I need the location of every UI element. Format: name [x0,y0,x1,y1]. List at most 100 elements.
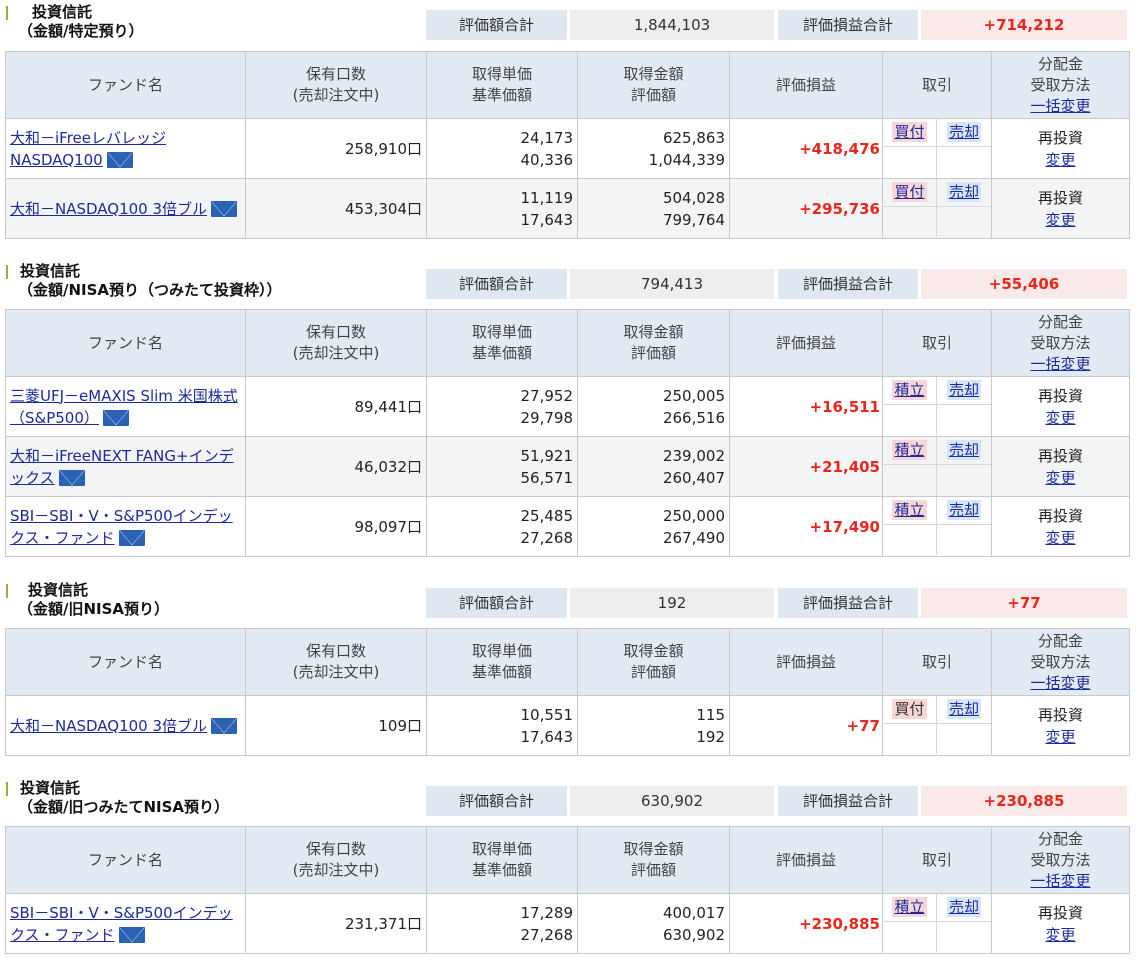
table-header-row: ファンド名 保有口数 (売却注文中) 取得単価 基準価額 取得金額 評価額 評価損益 … [5,51,1130,119]
valuation-total-value: 1,844,103 [570,10,774,40]
fund-name-cell: SBI－SBI・V・S&P500インデックス・ファンド [5,893,246,954]
tsumitate-button[interactable]: 積立 [892,440,927,460]
trade-cell: 積立 売却 [882,436,992,497]
mail-icon[interactable] [118,927,145,943]
tsumitate-button[interactable]: 積立 [892,897,927,917]
header-unit-price: 取得単価 基準価額 [426,51,578,119]
section-title: 投資信託 （金額/NISA預り（つみたて投資枠）） [18,262,282,300]
bulk-change-link[interactable]: 一括変更 [992,354,1129,375]
fund-name-cell: SBI－SBI・V・S&P500インデックス・ファンド [5,496,246,557]
sell-button[interactable]: 売却 [946,182,981,202]
change-link[interactable]: 変更 [992,407,1129,429]
header-pl: 評価損益 [729,51,883,119]
sell-button[interactable]: 売却 [946,699,981,719]
change-link[interactable]: 変更 [992,726,1129,748]
header-distribution: 分配金 受取方法 一括変更 [991,826,1130,894]
mail-icon[interactable] [106,152,133,168]
pl-cell: +17,490 [729,496,883,557]
sell-button[interactable]: 売却 [946,380,981,400]
section-title-line2: （金額/旧NISA預り） [18,600,170,618]
units-cell: 258,910口 [245,118,427,179]
valuation-total-value: 794,413 [570,269,774,299]
tsumitate-button[interactable]: 積立 [892,500,927,520]
fund-name-link[interactable]: 大和－NASDAQ100 3倍ブル [10,717,207,735]
buy-button[interactable]: 買付 [892,699,927,719]
section-header: 投資信託 （金額/旧つみたてNISA預り） 評価額合計 630,902 評価損益… [0,776,1136,820]
unit-price-cell: 27,952 29,798 [426,376,578,437]
buy-button[interactable]: 買付 [892,122,927,142]
mail-icon[interactable] [102,410,129,426]
unit-price-cell: 51,921 56,571 [426,436,578,497]
fund-name-link[interactable]: 大和－iFreeレバレッジ NASDAQ100 [10,129,166,169]
table-header-row: ファンド名 保有口数 (売却注文中) 取得単価 基準価額 取得金額 評価額 評価損益 … [5,826,1130,894]
unit-price-cell: 11,119 17,643 [426,178,578,239]
distribution-cell: 再投資 変更 [991,376,1130,437]
change-link[interactable]: 変更 [992,924,1129,946]
valuation-total-label: 評価額合計 [426,269,567,299]
buy-button[interactable]: 買付 [892,182,927,202]
table-header-row: ファンド名 保有口数 (売却注文中) 取得単価 基準価額 取得金額 評価額 評価損益 … [5,309,1130,377]
mail-icon[interactable] [118,530,145,546]
unit-price-cell: 25,485 27,268 [426,496,578,557]
section-header: 投資信託 （金額/NISA預り（つみたて投資枠）） 評価額合計 794,413 … [0,259,1136,303]
header-fund-name: ファンド名 [5,628,246,696]
distribution-cell: 再投資 変更 [991,436,1130,497]
change-link[interactable]: 変更 [992,209,1129,231]
header-pl: 評価損益 [729,628,883,696]
trade-cell: 積立 売却 [882,376,992,437]
bulk-change-link[interactable]: 一括変更 [992,673,1129,694]
header-distribution: 分配金 受取方法 一括変更 [991,51,1130,119]
trade-cell: 買付 売却 [882,695,992,756]
pl-total-label: 評価損益合計 [778,10,918,40]
header-amount: 取得金額 評価額 [577,51,730,119]
section-accent-bar [6,6,8,20]
trade-cell: 積立 売却 [882,496,992,557]
valuation-total-label: 評価額合計 [426,10,567,40]
trade-cell: 買付 売却 [882,118,992,179]
unit-price-cell: 17,289 27,268 [426,893,578,954]
table-row: 大和－iFreeNEXT FANG+インデックス 46,032口 51,921 5… [5,436,1130,497]
bulk-change-link[interactable]: 一括変更 [992,871,1129,892]
valuation-total-value: 192 [570,588,774,618]
header-distribution: 分配金 受取方法 一括変更 [991,309,1130,377]
table-row: 三菱UFJ－eMAXIS Slim 米国株式（S&P500） 89,441口 2… [5,376,1130,437]
fund-name-cell: 大和－NASDAQ100 3倍ブル [5,695,246,756]
mail-icon[interactable] [211,201,238,217]
tsumitate-button[interactable]: 積立 [892,380,927,400]
section-title-line1: 投資信託 [20,779,81,797]
fund-name-link[interactable]: 大和－NASDAQ100 3倍ブル [10,200,207,218]
units-cell: 231,371口 [245,893,427,954]
sell-button[interactable]: 売却 [946,122,981,142]
header-fund-name: ファンド名 [5,309,246,377]
fund-name-link[interactable]: 大和－iFreeNEXT FANG+インデックス [10,447,234,487]
header-fund-name: ファンド名 [5,51,246,119]
mail-icon[interactable] [211,718,238,734]
bulk-change-link[interactable]: 一括変更 [992,96,1129,117]
section-old-nisa: 投資信託 （金額/旧NISA預り） 評価額合計 192 評価損益合計 +77 フ… [0,578,1136,756]
header-trade: 取引 [882,51,992,119]
section-title-line1: 投資信託 [32,3,93,21]
amount-cell: 239,002 260,407 [577,436,730,497]
section-title: 投資信託 （金額/旧NISA預り） [18,581,169,619]
change-link[interactable]: 変更 [992,467,1129,489]
units-cell: 453,304口 [245,178,427,239]
change-link[interactable]: 変更 [992,527,1129,549]
amount-cell: 504,028 799,764 [577,178,730,239]
sell-button[interactable]: 売却 [946,440,981,460]
amount-cell: 400,017 630,902 [577,893,730,954]
header-holding: 保有口数 (売却注文中) [245,826,427,894]
sell-button[interactable]: 売却 [946,500,981,520]
pl-cell: +230,885 [729,893,883,954]
trade-cell: 積立 売却 [882,893,992,954]
section-title-line1: 投資信託 [20,262,81,280]
pl-total-value: +230,885 [921,786,1127,816]
valuation-total-label: 評価額合計 [426,588,567,618]
amount-cell: 250,005 266,516 [577,376,730,437]
header-holding: 保有口数 (売却注文中) [245,51,427,119]
header-fund-name: ファンド名 [5,826,246,894]
change-link[interactable]: 変更 [992,149,1129,171]
section-title: 投資信託 （金額/旧つみたてNISA預り） [18,779,229,817]
mail-icon[interactable] [58,470,85,486]
sell-button[interactable]: 売却 [946,897,981,917]
units-cell: 46,032口 [245,436,427,497]
